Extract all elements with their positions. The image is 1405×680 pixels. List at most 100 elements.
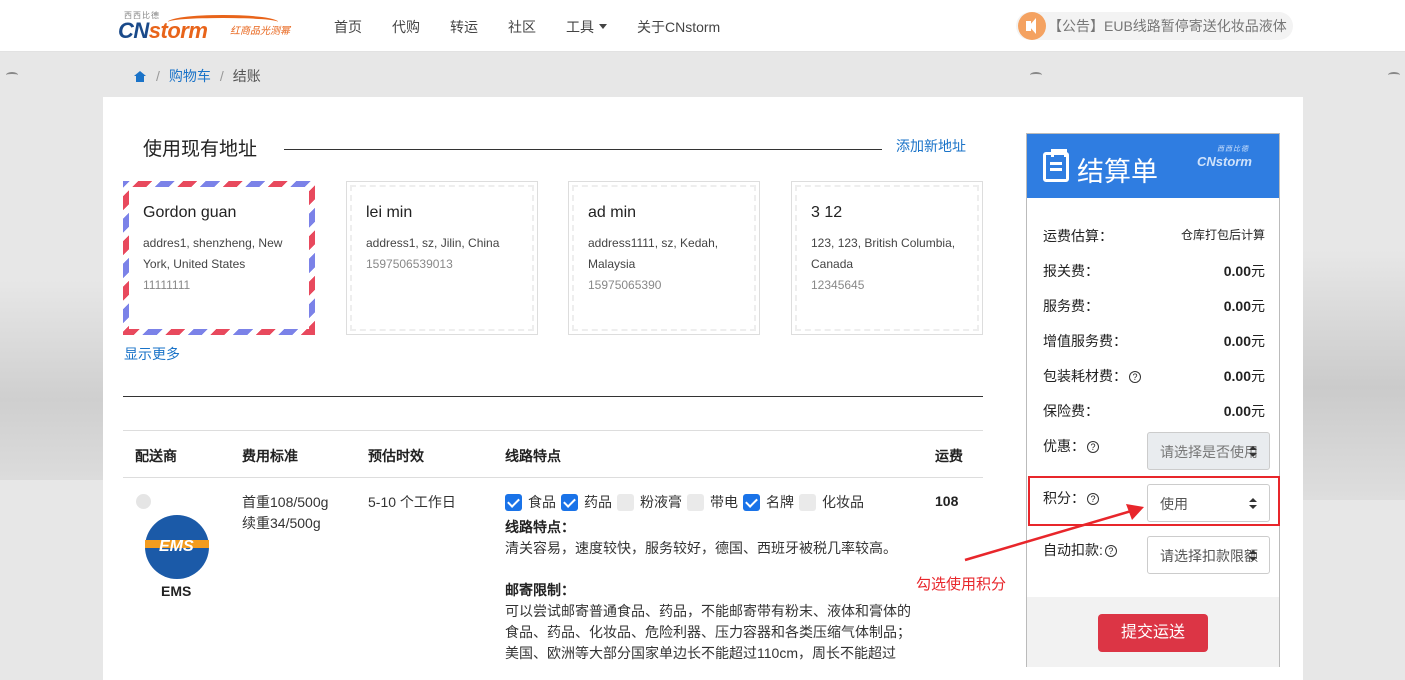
check-label: 食品 (528, 494, 556, 510)
add-address-link[interactable]: 添加新地址 (896, 136, 966, 156)
features-text: 清关容易，速度较快，服务较好，德国、西班牙被税几率较高。 (505, 540, 897, 556)
nav-community[interactable]: 社区 (508, 17, 536, 37)
show-more-link[interactable]: 显示更多 (124, 344, 180, 364)
check-label: 粉液膏 (640, 494, 682, 510)
address-name: Gordon guan (143, 204, 237, 221)
select-arrows-icon (1249, 446, 1257, 458)
row-label: 优惠： (1043, 438, 1085, 454)
row-label: 报关费： (1043, 263, 1099, 279)
check-label: 带电 (710, 494, 738, 510)
background-mountains-right (1303, 250, 1405, 500)
site-logo[interactable]: 西西比德 CNstorm 红商品光测幂 (118, 10, 293, 44)
nav-daigou[interactable]: 代购 (392, 17, 420, 37)
summary-title: 结算单 (1077, 157, 1158, 187)
carrier-radio[interactable] (136, 494, 151, 509)
help-icon[interactable]: ? (1087, 441, 1099, 453)
address-card[interactable]: 3 12 123, 123, British Columbia, Canada … (791, 181, 983, 335)
fee-standard: 首重108/500g 续重34/500g (242, 492, 328, 534)
address-name: lei min (366, 204, 413, 221)
value-unit: 元 (1251, 298, 1265, 314)
summary-customs: 报关费： 0.00元 (1043, 261, 1265, 281)
annotation-text: 勾选使用积分 (916, 576, 1007, 593)
value-unit: 元 (1251, 263, 1265, 279)
logo-wordmark: CNstorm (118, 18, 208, 44)
summary-service: 服务费： 0.00元 (1043, 296, 1265, 316)
announcement-bar[interactable]: 【公告】EUB线路暂停寄送化妆品液体 (1016, 12, 1293, 40)
order-summary: 结算单 西西比德 CNstorm 运费估算： 仓库打包后计算 报关费： 0.00元… (1026, 133, 1280, 667)
address-name: 3 12 (811, 204, 843, 221)
nav-about[interactable]: 关于CNstorm (637, 17, 720, 37)
nav-tools-label: 工具 (566, 19, 594, 35)
breadcrumb-cart[interactable]: 购物车 (169, 66, 211, 86)
row-value: 0.00元 (1224, 296, 1265, 316)
checkbox-food[interactable] (505, 494, 522, 511)
submit-shipping-button[interactable]: 提交运送 (1098, 614, 1208, 652)
summary-brand-small: 西西比德 (1217, 146, 1249, 153)
row-label: 保险费： (1043, 403, 1099, 419)
address-phone: 11111111 (143, 278, 191, 292)
discount-select[interactable]: 请选择是否使用 (1147, 432, 1270, 470)
clipboard-icon (1043, 149, 1069, 182)
checkbox-powder-liquid[interactable] (617, 494, 634, 511)
header-fee: 运费 (935, 448, 963, 464)
row-value: 0.00元 (1224, 331, 1265, 351)
summary-header: 结算单 西西比德 CNstorm (1027, 134, 1279, 198)
header-standard: 费用标准 (242, 448, 298, 464)
value-unit: 元 (1251, 368, 1265, 384)
logo-storm: storm (148, 18, 208, 43)
carrier-name: EMS (161, 583, 192, 599)
nav-home[interactable]: 首页 (334, 17, 362, 37)
auto-deduct-select[interactable]: 请选择扣款限额 (1147, 536, 1270, 574)
address-line: address1, sz, Jilin, China (366, 236, 500, 250)
checkbox-brand[interactable] (743, 494, 760, 511)
checkbox-cosmetics[interactable] (799, 494, 816, 511)
value-amount: 0.00 (1223, 263, 1251, 279)
restrictions-heading: 邮寄限制： (505, 582, 575, 598)
section-divider (123, 396, 983, 397)
main-nav: 首页 代购 转运 社区 工具 关于CNstorm (334, 17, 750, 37)
nav-forwarding[interactable]: 转运 (450, 17, 478, 37)
help-icon[interactable]: ? (1129, 371, 1141, 383)
address-card[interactable]: Gordon guan addres1, shenzheng, New York… (123, 181, 315, 335)
background-mountains-left (0, 280, 105, 480)
value-amount: 0.00 (1223, 403, 1251, 419)
breadcrumb: / 购物车 / 结账 (134, 66, 261, 86)
estimated-time: 5-10 个工作日 (368, 494, 456, 510)
first-weight: 首重108/500g (242, 494, 329, 510)
row-value: 0.00元 (1224, 261, 1265, 281)
route-features: 食品 药品 粉液膏 带电 名牌 化妆品 线路特点： 清关容易，速度较快，服务较好… (505, 492, 915, 664)
value-amount: 0.00 (1223, 368, 1251, 384)
summary-packaging: 包装耗材费：? 0.00元 (1043, 366, 1265, 386)
check-label: 名牌 (766, 494, 794, 510)
speaker-icon (1018, 12, 1046, 40)
address-card[interactable]: ad min address1111, sz, Kedah, Malaysia … (568, 181, 760, 335)
row-label: 增值服务费： (1043, 333, 1127, 349)
logo-slogan: 红商品光测幂 (230, 26, 290, 37)
address-phone: 12345645 (811, 278, 865, 292)
select-value: 请选择是否使用 (1160, 444, 1258, 460)
continued-weight: 续重34/500g (242, 515, 321, 531)
check-label: 化妆品 (822, 494, 864, 510)
row-value: 仓库打包后计算 (1180, 228, 1265, 242)
header-eta: 预估时效 (368, 448, 424, 464)
header-carrier: 配送商 (135, 448, 177, 464)
value-unit: 元 (1251, 333, 1265, 349)
row-label: 包装耗材费： (1043, 368, 1127, 384)
nav-tools[interactable]: 工具 (566, 17, 607, 37)
category-checks: 食品 药品 粉液膏 带电 名牌 化妆品 (505, 492, 915, 513)
summary-value-added: 增值服务费： 0.00元 (1043, 331, 1265, 351)
breadcrumb-separator: / (219, 68, 224, 84)
checkbox-battery[interactable] (687, 494, 704, 511)
checkbox-medicine[interactable] (561, 494, 578, 511)
ems-logo-icon: EMS (145, 515, 209, 579)
address-card[interactable]: lei min address1, sz, Jilin, China 15975… (346, 181, 538, 335)
breadcrumb-separator: / (156, 68, 160, 84)
annotation-arrow-icon (964, 504, 1144, 562)
announcement-text: 【公告】EUB线路暂停寄送化妆品液体 (1048, 18, 1287, 34)
address-line: address1111, sz, Kedah, Malaysia (588, 236, 719, 271)
bird-decoration (1030, 72, 1042, 78)
select-arrows-icon (1249, 550, 1257, 562)
value-unit: 元 (1251, 403, 1265, 419)
home-icon[interactable] (134, 70, 146, 82)
address-phone: 15975065390 (588, 278, 662, 292)
